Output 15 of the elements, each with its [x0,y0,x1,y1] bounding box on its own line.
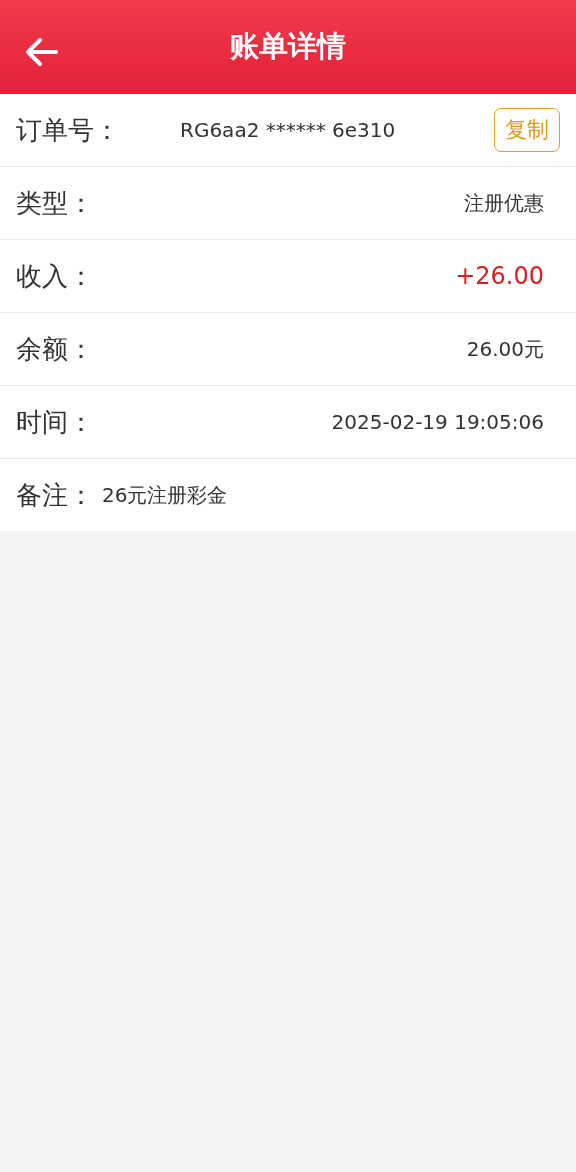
back-arrow-icon[interactable] [24,37,58,67]
field-label: 备注： [16,478,95,512]
page-title: 账单详情 [230,28,346,65]
field-value: 26.00元 [466,335,544,363]
field-label: 余额： [16,332,95,366]
field-value: 26元注册彩金 [102,481,228,509]
field-label: 订单号： [16,113,120,147]
copy-button[interactable]: 复制 [494,108,560,152]
field-label: 收入： [16,259,95,293]
field-label: 类型： [16,186,95,220]
field-label: 时间： [16,405,95,439]
field-value: +26.00 [455,262,544,290]
field-value: 2025-02-19 19:05:06 [331,410,544,434]
field-value: 注册优惠 [464,189,544,217]
field-value: RG6aa2 ****** 6e310 [180,118,396,142]
